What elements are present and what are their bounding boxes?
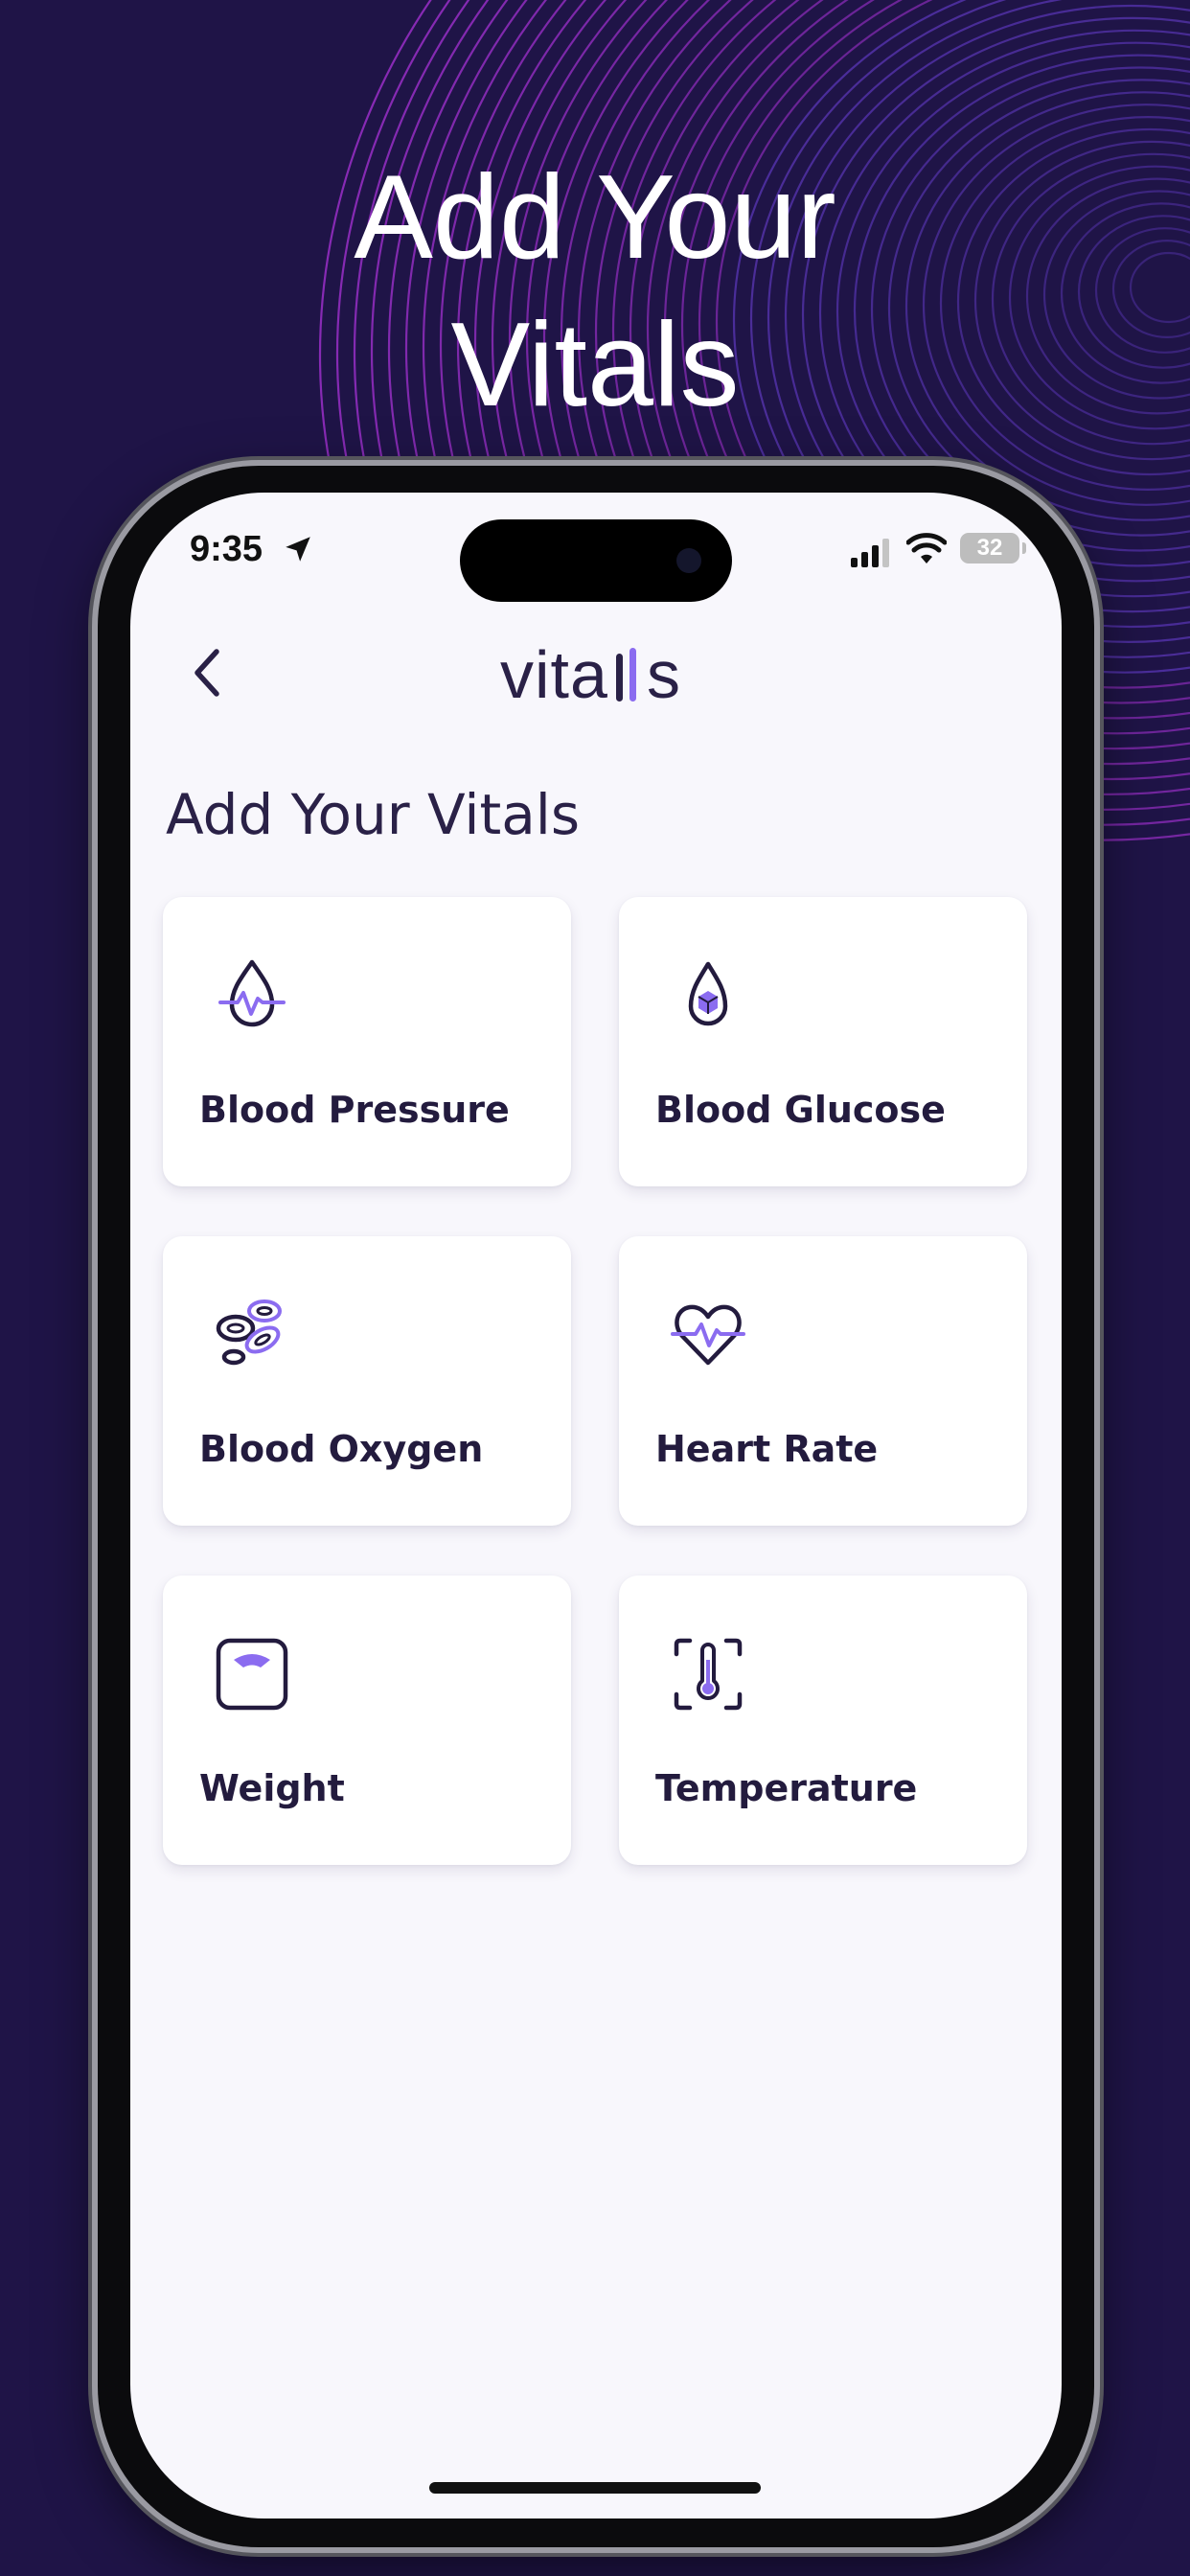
- card-heart-rate[interactable]: Heart Rate: [619, 1236, 1027, 1526]
- status-time: 9:35: [190, 529, 263, 569]
- blood-pressure-icon: [218, 959, 286, 1027]
- card-label: Blood Oxygen: [199, 1428, 484, 1470]
- card-label: Blood Glucose: [655, 1089, 946, 1131]
- home-indicator[interactable]: [429, 2482, 761, 2494]
- chevron-left-icon: [195, 649, 219, 697]
- cellular-signal-icon: [851, 539, 889, 567]
- app-screen: 9:35 32 vitalls vitas Add Your Vitals: [130, 493, 1062, 2518]
- page-title: Add Your Vitals: [166, 782, 581, 847]
- promo-title-line-2: Vitals: [450, 299, 740, 431]
- logo-bars-mark: [608, 644, 647, 702]
- wifi-icon: [906, 533, 947, 564]
- card-label: Heart Rate: [655, 1428, 879, 1470]
- card-label: Blood Pressure: [199, 1089, 510, 1131]
- weight-scale-icon: [216, 1638, 288, 1711]
- blood-oxygen-icon: [216, 1300, 282, 1366]
- card-label: Temperature: [655, 1767, 918, 1809]
- blood-glucose-icon: [688, 961, 728, 1026]
- location-arrow-icon: [286, 537, 310, 562]
- app-logo: vitalls vitas: [500, 636, 681, 713]
- vitals-grid: Blood Pressure Blood Glucose Blood Oxyge: [163, 897, 1029, 1865]
- card-blood-oxygen[interactable]: Blood Oxygen: [163, 1236, 571, 1526]
- promo-title: Add Your Vitals: [0, 144, 1190, 439]
- card-weight[interactable]: Weight: [163, 1576, 571, 1865]
- logo-part-a: vita: [500, 637, 608, 712]
- promo-title-line-1: Add Your: [354, 151, 836, 284]
- dynamic-island: [460, 519, 732, 602]
- card-blood-pressure[interactable]: Blood Pressure: [163, 897, 571, 1186]
- card-temperature[interactable]: Temperature: [619, 1576, 1027, 1865]
- card-label: Weight: [199, 1767, 345, 1809]
- card-blood-glucose[interactable]: Blood Glucose: [619, 897, 1027, 1186]
- back-button[interactable]: [169, 634, 245, 711]
- camera-dot: [676, 548, 701, 573]
- logo-part-b: s: [646, 637, 681, 712]
- heart-rate-icon: [671, 1304, 745, 1366]
- thermometer-icon: [674, 1638, 743, 1711]
- battery-indicator: 32: [960, 533, 1026, 564]
